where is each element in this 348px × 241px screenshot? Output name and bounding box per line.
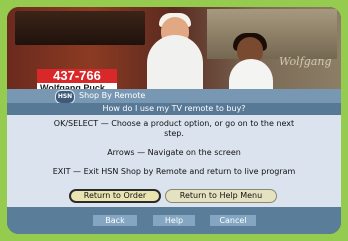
shop-by-remote-panel: HSN Shop By Remote How do I use my TV re… [7, 89, 341, 234]
kitchen-shelf [15, 11, 145, 45]
help-content: OK/SELECT — Choose a product option, or … [7, 115, 341, 207]
panel-titlebar: HSN Shop By Remote [7, 89, 341, 104]
return-to-help-menu-button[interactable]: Return to Help Menu [165, 189, 277, 203]
return-to-order-button[interactable]: Return to Order [69, 189, 161, 203]
live-video: Wolfgang 437-766 Wolfgang Puck [7, 7, 341, 97]
help-line-exit: EXIT — Exit HSN Shop by Remote and retur… [52, 167, 296, 176]
back-button[interactable]: Back [93, 215, 137, 226]
watermark-logo: Wolfgang [279, 55, 332, 68]
cancel-button[interactable]: Cancel [210, 215, 256, 226]
phone-number-banner: 437-766 [37, 69, 117, 83]
kitchen-cabinet [207, 9, 337, 59]
help-line-ok-select: OK/SELECT — Choose a product option, or … [53, 119, 295, 128]
tv-frame: Wolfgang 437-766 Wolfgang Puck HSN Shop … [0, 0, 348, 241]
panel-footer: Back Help Cancel [7, 207, 341, 234]
help-question: How do I use my TV remote to buy? [7, 103, 341, 115]
tv-screen: Wolfgang 437-766 Wolfgang Puck HSN Shop … [7, 7, 341, 234]
help-button[interactable]: Help [153, 215, 195, 226]
host-figure [147, 35, 203, 97]
panel-title: Shop By Remote [79, 91, 146, 100]
hsn-logo-icon: HSN [55, 90, 75, 104]
help-line-arrows: Arrows — Navigate on the screen [107, 148, 241, 157]
help-line-ok-select-cont: step. [164, 129, 184, 138]
